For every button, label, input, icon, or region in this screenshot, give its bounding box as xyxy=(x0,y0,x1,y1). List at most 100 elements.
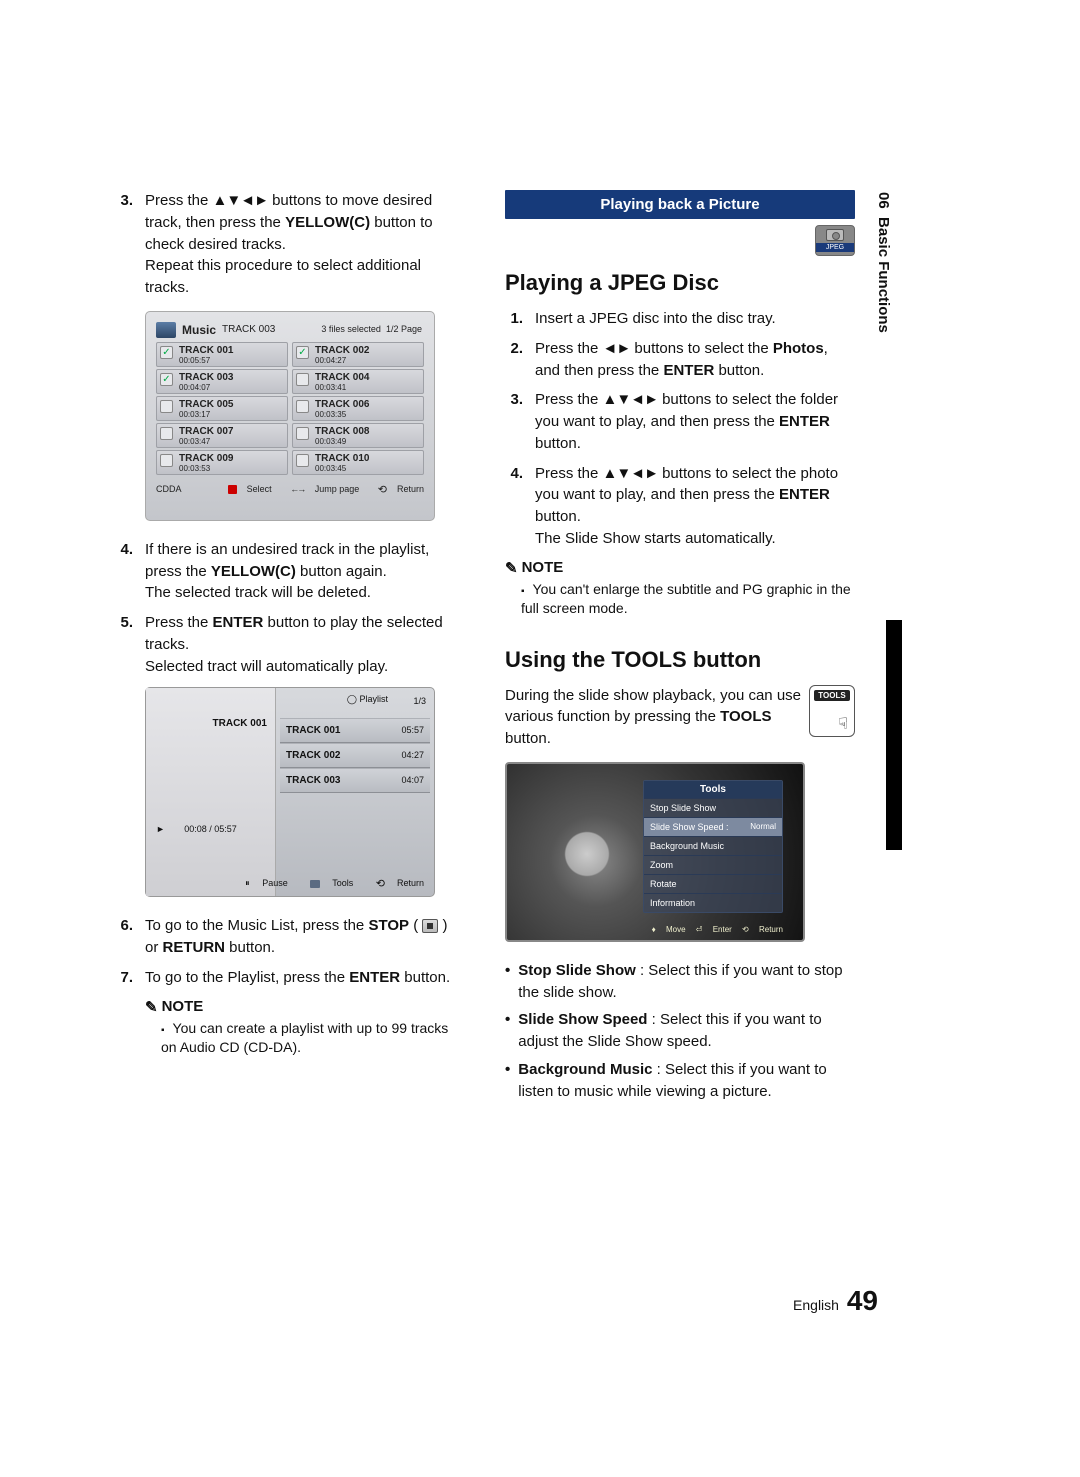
chapter-tab: 06 Basic Functions xyxy=(875,192,892,333)
bullet-item: Slide Show Speed : Select this if you wa… xyxy=(505,1009,855,1053)
txt: To go to the Playlist, press the xyxy=(145,969,349,986)
tools-menu-title: Tools xyxy=(644,781,782,798)
track-row: TRACK 00400:03:41 xyxy=(292,369,424,394)
txt: Press the xyxy=(535,340,603,357)
check-icon: ✓ xyxy=(160,346,173,359)
step-text: If there is an undesired track in the pl… xyxy=(145,539,465,604)
pl-dur: 04:27 xyxy=(401,750,424,761)
tools-menu-item: Information xyxy=(644,893,782,912)
tools-button-illustration: TOOLS ☟ xyxy=(809,685,855,737)
steps-left-3: 6. To go to the Music List, press the ST… xyxy=(115,915,465,988)
tools-label: TOOLS xyxy=(720,708,771,725)
tools-btn: Tools xyxy=(300,878,353,888)
files-selected: 3 files selected xyxy=(321,324,381,334)
txt: button. xyxy=(505,730,551,747)
music-title: Music xyxy=(182,323,216,337)
step-text: Press the ENTER button to play the selec… xyxy=(145,612,465,677)
page-indicator: 1/2 Page xyxy=(386,324,422,334)
select-label: Select xyxy=(247,484,272,494)
step-text: To go to the Playlist, press the ENTER b… xyxy=(145,967,450,989)
txt: button. xyxy=(225,939,275,956)
return-icon: ⟲ xyxy=(378,483,387,496)
track-name: TRACK 008 xyxy=(315,426,419,437)
step-number: 5. xyxy=(115,612,133,677)
tools-menu-item: Stop Slide Show xyxy=(644,798,782,817)
track-row: TRACK 00900:03:53 xyxy=(156,450,288,475)
step-text: Press the ▲▼◄► buttons to move desired t… xyxy=(145,190,465,299)
step-number: 6. xyxy=(115,915,133,959)
camera-icon xyxy=(826,229,844,241)
track-duration: 00:03:49 xyxy=(315,437,419,446)
playlist-row: TRACK 00204:27 xyxy=(280,743,430,768)
item-name: Background Music xyxy=(650,841,724,851)
thumb-index-bar xyxy=(886,620,902,850)
track-duration: 00:03:41 xyxy=(315,383,419,392)
playlist-row: TRACK 00304:07 xyxy=(280,768,430,793)
track-duration: 00:03:17 xyxy=(179,410,283,419)
pl-dur: 04:07 xyxy=(401,775,424,786)
track-duration: 00:05:57 xyxy=(179,356,283,365)
txt: Press the xyxy=(535,465,603,482)
track-row: ✓TRACK 00200:04:27 xyxy=(292,342,424,367)
txt: Selected tract will automatically play. xyxy=(145,658,388,675)
jpeg-badge: JPEG xyxy=(815,225,855,256)
note-icon: ✎ xyxy=(505,559,518,577)
txt: buttons to select the xyxy=(630,340,773,357)
arrow-icons: ▲▼◄► xyxy=(603,465,658,482)
hand-icon: ☟ xyxy=(838,714,848,734)
track-row: ✓TRACK 00100:05:57 xyxy=(156,342,288,367)
track-name: TRACK 004 xyxy=(315,372,419,383)
badge-row: JPEG xyxy=(505,225,855,256)
current-track: TRACK 001 xyxy=(146,688,275,729)
step-text: Press the ▲▼◄► buttons to select the fol… xyxy=(535,389,855,454)
shot1-right-header: 3 files selected 1/2 Page xyxy=(321,324,422,334)
stop-icon xyxy=(422,919,438,933)
txt: button. xyxy=(714,362,764,379)
tools-menu-item: Background Music xyxy=(644,836,782,855)
playlist-row: TRACK 00105:57 xyxy=(280,718,430,743)
step-5: 5. Press the ENTER button to play the se… xyxy=(115,612,465,677)
txt: button. xyxy=(535,508,581,525)
check-icon xyxy=(160,427,173,440)
item-name: Slide Show Speed : xyxy=(650,822,729,832)
return-label: RETURN xyxy=(163,939,226,956)
item-name: Rotate xyxy=(650,879,677,889)
item-name: Zoom xyxy=(650,860,673,870)
track-row: TRACK 00500:03:17 xyxy=(156,396,288,421)
yellow-c-label: YELLOW(C) xyxy=(211,563,296,580)
track-name: TRACK 005 xyxy=(179,399,283,410)
tools-label: Tools xyxy=(332,878,353,888)
music-list-screenshot: Music TRACK 003 3 files selected 1/2 Pag… xyxy=(145,311,435,521)
txt: button again. xyxy=(296,563,387,580)
tools-icon xyxy=(310,880,320,888)
track-name: TRACK 003 xyxy=(179,372,283,383)
enter-label: ENTER xyxy=(349,969,400,986)
txt: The Slide Show starts automatically. xyxy=(535,530,776,547)
steps-right: 1. Insert a JPEG disc into the disc tray… xyxy=(505,308,855,550)
jump-label: Jump page xyxy=(315,484,360,494)
heading-tools: Using the TOOLS button xyxy=(505,647,855,673)
item-name: Stop Slide Show xyxy=(650,803,716,813)
return-btn: ⟲ Return xyxy=(742,925,783,934)
arrow-icons: ▲▼◄► xyxy=(213,192,268,209)
track-duration: 00:03:45 xyxy=(315,464,419,473)
move-btn: ♦ Move xyxy=(652,925,686,934)
bullet-list: Stop Slide Show : Select this if you wan… xyxy=(505,960,855,1103)
txt: To go to the Music List, press the xyxy=(145,917,368,934)
track-row: TRACK 01000:03:45 xyxy=(292,450,424,475)
tools-menu-item: Zoom xyxy=(644,855,782,874)
bullet-term: Stop Slide Show xyxy=(518,962,636,979)
track-row: TRACK 00700:03:47 xyxy=(156,423,288,448)
track-col-right: ✓TRACK 00200:04:27 TRACK 00400:03:41 TRA… xyxy=(292,342,424,477)
flower-image xyxy=(537,804,637,904)
step-number: 4. xyxy=(505,463,523,550)
step-text: Press the ◄► buttons to select the Photo… xyxy=(535,338,855,382)
note-icon: ✎ xyxy=(145,998,158,1016)
note-label: NOTE xyxy=(522,559,564,576)
column-right: Playing back a Picture JPEG Playing a JP… xyxy=(505,190,855,1108)
jump-btn: ←→ Jump page xyxy=(282,484,359,494)
step-text: To go to the Music List, press the STOP … xyxy=(145,915,465,959)
chapter-label: Basic Functions xyxy=(875,217,892,333)
move-label: Move xyxy=(666,925,686,934)
track-duration: 00:03:47 xyxy=(179,437,283,446)
